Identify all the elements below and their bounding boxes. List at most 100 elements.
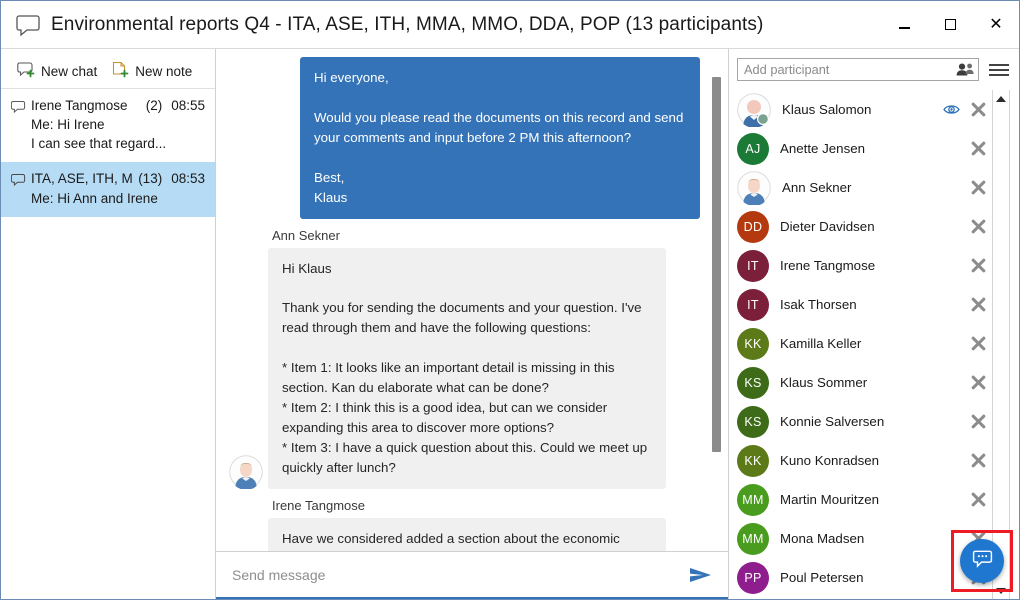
message-sender-name: Ann Sekner [272, 227, 340, 243]
participant-row[interactable]: KK Kamilla Keller [737, 324, 992, 363]
participant-row[interactable]: PP Poul Petersen [737, 558, 992, 597]
close-button[interactable]: ✕ [973, 1, 1019, 48]
chat-list-item-group-ita-ase-ith[interactable]: ITA, ASE, ITH, M... (13) 08:53 Me: Hi An… [1, 162, 215, 217]
participant-name: Konnie Salversen [780, 414, 885, 429]
new-note-label: New note [135, 64, 193, 79]
message-sender-name: Irene Tangmose [272, 497, 365, 513]
participant-row[interactable]: AJ Anette Jensen [737, 129, 992, 168]
minimize-icon [898, 26, 910, 29]
participants-toolbar [729, 49, 1019, 90]
message-bubble-incoming: Have we considered added a section about… [268, 517, 666, 551]
scroll-down-button[interactable] [993, 582, 1009, 599]
participant-row[interactable]: KS Klaus Sommer [737, 363, 992, 402]
chat-item-time: 08:55 [171, 98, 205, 113]
chat-list-item-irene-tangmose[interactable]: Irene Tangmose (2) 08:55 Me: Hi Irene I … [1, 89, 215, 162]
chat-item-time: 08:53 [171, 171, 205, 187]
sidebar: New chat New note Irene Tangmose (2) 08:… [1, 49, 216, 599]
participant-name: Irene Tangmose [780, 258, 876, 273]
new-chat-button[interactable]: New chat [17, 61, 97, 83]
participant-name: Martin Mouritzen [780, 492, 880, 507]
chat-item-name: ITA, ASE, ITH, M... [31, 171, 134, 187]
sidebar-actions: New chat New note [1, 55, 215, 89]
chat-item-header: ITA, ASE, ITH, M... (13) 08:53 [10, 169, 205, 188]
scroll-up-button[interactable] [993, 90, 1009, 107]
participant-name: Ann Sekner [782, 180, 852, 195]
participant-row[interactable]: Ann Sekner [737, 168, 992, 207]
remove-participant-icon[interactable] [971, 453, 986, 468]
participant-row[interactable]: KS Konnie Salversen [737, 402, 992, 441]
participant-row[interactable]: DD Dieter Davidsen [737, 207, 992, 246]
avatar-initials: AJ [737, 132, 769, 165]
hamburger-menu-icon[interactable] [989, 63, 1009, 76]
participant-name: Kuno Konradsen [780, 453, 880, 468]
title-bar: Environmental reports Q4 - ITA, ASE, ITH… [1, 1, 1019, 49]
participant-row[interactable]: Klaus Salomon [737, 90, 992, 129]
chat-item-count: (13) [138, 171, 163, 187]
avatar-initials: KK [737, 327, 769, 360]
remove-participant-icon[interactable] [971, 219, 986, 234]
avatar-photo-woman [737, 170, 771, 206]
hamburger-line [989, 73, 1009, 76]
scrollbar-trough[interactable] [993, 107, 1009, 582]
chat-bubble-icon [10, 99, 26, 113]
send-button[interactable] [688, 564, 714, 586]
remove-participant-icon[interactable] [971, 492, 986, 507]
eye-icon[interactable] [943, 103, 960, 116]
chat-item-name: Irene Tangmose [31, 98, 128, 113]
participant-row[interactable]: MM Martin Mouritzen [737, 480, 992, 519]
avatar-initials: IT [737, 249, 769, 282]
chat-item-preview-line1: Me: Hi Ann and Irene [31, 190, 158, 206]
remove-participant-icon[interactable] [971, 336, 986, 351]
message-row: Hi Klaus Thank you for sending the docum… [224, 247, 706, 490]
add-participant-input[interactable] [744, 62, 955, 77]
minimize-button[interactable] [881, 1, 927, 48]
avatar-photo-woman [229, 455, 263, 490]
message-group-outgoing: Hi everyone, Would you please read the d… [224, 57, 706, 219]
avatar-initials: KS [737, 405, 769, 438]
remove-participant-icon[interactable] [971, 414, 986, 429]
window-controls: ✕ [881, 1, 1019, 48]
hamburger-line [989, 68, 1009, 71]
chat-application-window: Environmental reports Q4 - ITA, ASE, ITH… [0, 0, 1020, 600]
message-group-ann-sekner: Ann Sekner Hi Klaus Thank you for sendin… [224, 227, 706, 490]
message-scrollbar[interactable] [712, 55, 721, 547]
participant-row[interactable]: IT Irene Tangmose [737, 246, 992, 285]
participants-scrollbar[interactable] [992, 90, 1010, 599]
new-note-icon [111, 61, 129, 83]
participant-name: Mona Madsen [780, 531, 865, 546]
participant-name: Anette Jensen [780, 141, 866, 156]
new-note-button[interactable]: New note [111, 61, 192, 83]
participant-row[interactable]: MM Mona Madsen [737, 519, 992, 558]
chat-bubble-filled-icon [971, 547, 994, 575]
avatar-initials: DD [737, 210, 769, 243]
message-scrollbar-thumb[interactable] [712, 77, 721, 452]
add-participant-box[interactable] [737, 58, 979, 81]
maximize-button[interactable] [927, 1, 973, 48]
participant-name: Kamilla Keller [780, 336, 862, 351]
chat-list: Irene Tangmose (2) 08:55 Me: Hi Irene I … [1, 89, 215, 599]
participant-name: Klaus Salomon [782, 102, 872, 117]
message-input[interactable] [232, 560, 688, 589]
participant-row[interactable]: IT Isak Thorsen [737, 285, 992, 324]
avatar-initials: MM [737, 483, 769, 516]
remove-participant-icon[interactable] [971, 180, 986, 195]
chat-item-count: (2) [145, 98, 163, 113]
remove-participant-icon[interactable] [971, 102, 986, 117]
participant-row[interactable]: KK Kuno Konradsen [737, 441, 992, 480]
participant-name: Dieter Davidsen [780, 219, 875, 234]
participants-list: Klaus Salomon AJ Anette Jensen Ann Sekne… [729, 90, 992, 599]
remove-participant-icon[interactable] [971, 258, 986, 273]
chat-item-preview-line1: Me: Hi Irene [31, 117, 105, 133]
window-title: Environmental reports Q4 - ITA, ASE, ITH… [51, 13, 764, 35]
remove-participant-icon[interactable] [971, 375, 986, 390]
add-participant-icon[interactable] [955, 62, 975, 77]
message-scroll-area: Hi everyone, Would you please read the d… [216, 49, 728, 551]
participant-name: Isak Thorsen [780, 297, 857, 312]
remove-participant-icon[interactable] [971, 141, 986, 156]
message-row: Hi everyone, Would you please read the d… [224, 57, 706, 219]
chat-bubble-icon [15, 12, 41, 38]
chat-floating-action-button[interactable] [960, 539, 1004, 583]
window-body: New chat New note Irene Tangmose (2) 08:… [1, 49, 1019, 599]
remove-participant-icon[interactable] [971, 297, 986, 312]
new-chat-label: New chat [41, 64, 98, 79]
